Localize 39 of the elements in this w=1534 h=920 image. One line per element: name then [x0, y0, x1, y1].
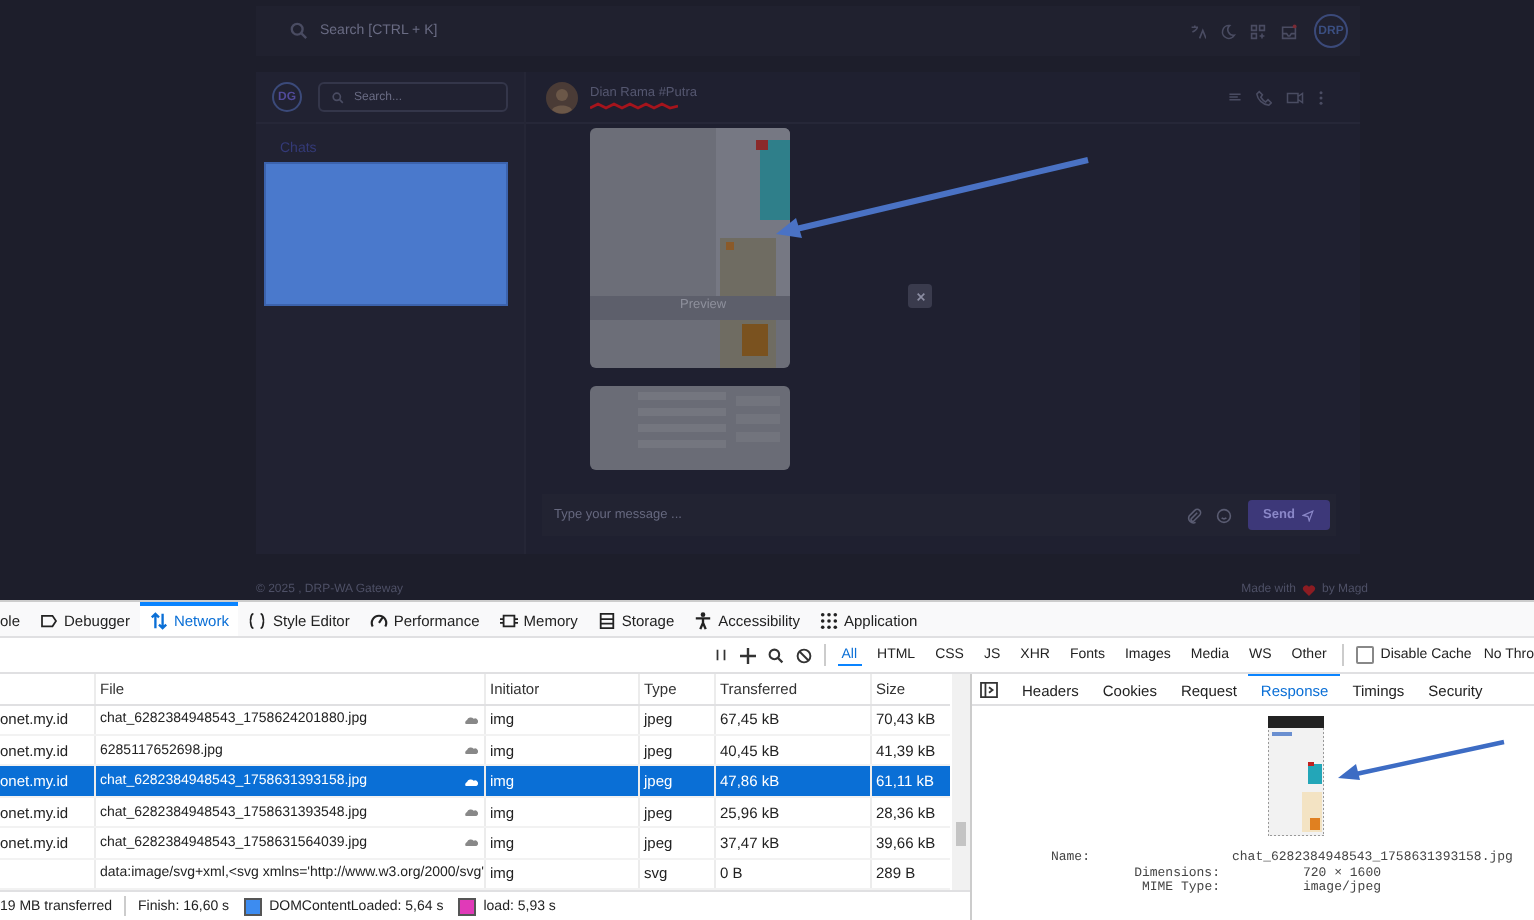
search-icon	[332, 91, 344, 103]
translate-icon[interactable]	[1190, 23, 1206, 39]
storage-icon	[597, 612, 616, 631]
grid-icon[interactable]	[1250, 23, 1266, 39]
pause-icon[interactable]	[713, 648, 728, 663]
accessibility-icon	[694, 612, 713, 631]
search-icon	[290, 22, 308, 40]
chip-icon	[499, 612, 518, 631]
cloud-icon	[464, 715, 478, 724]
cloud-icon	[464, 746, 478, 755]
braces-icon	[248, 612, 267, 631]
send-icon	[1302, 509, 1315, 521]
contact-avatar	[546, 81, 578, 113]
cloud-icon	[464, 838, 478, 847]
grid-icon	[820, 612, 838, 631]
scribble-icon	[590, 101, 678, 109]
legend-swatch	[457, 897, 476, 915]
close-button[interactable]	[908, 284, 932, 308]
add-icon[interactable]	[739, 647, 756, 664]
inbox-icon[interactable]	[1280, 23, 1298, 39]
tag-icon	[40, 614, 59, 629]
paperclip-icon[interactable]	[1186, 507, 1202, 523]
gauge-icon	[369, 612, 388, 631]
legend-swatch	[243, 897, 262, 915]
cloud-icon	[464, 777, 478, 786]
cloud-icon	[464, 808, 478, 817]
emoji-icon[interactable]	[1216, 507, 1232, 523]
list-icon[interactable]	[1228, 90, 1242, 104]
phone-icon[interactable]	[1256, 89, 1272, 105]
close-icon	[915, 291, 925, 301]
moon-icon[interactable]	[1220, 23, 1236, 39]
more-icon[interactable]	[1318, 89, 1324, 105]
arrows-icon	[149, 612, 168, 631]
heart-icon	[1301, 584, 1316, 596]
search-icon[interactable]	[767, 647, 784, 664]
video-icon[interactable]	[1286, 89, 1304, 105]
clear-icon[interactable]	[795, 647, 812, 664]
panel-toggle-icon[interactable]	[980, 681, 998, 698]
scrollbar[interactable]	[952, 674, 970, 890]
